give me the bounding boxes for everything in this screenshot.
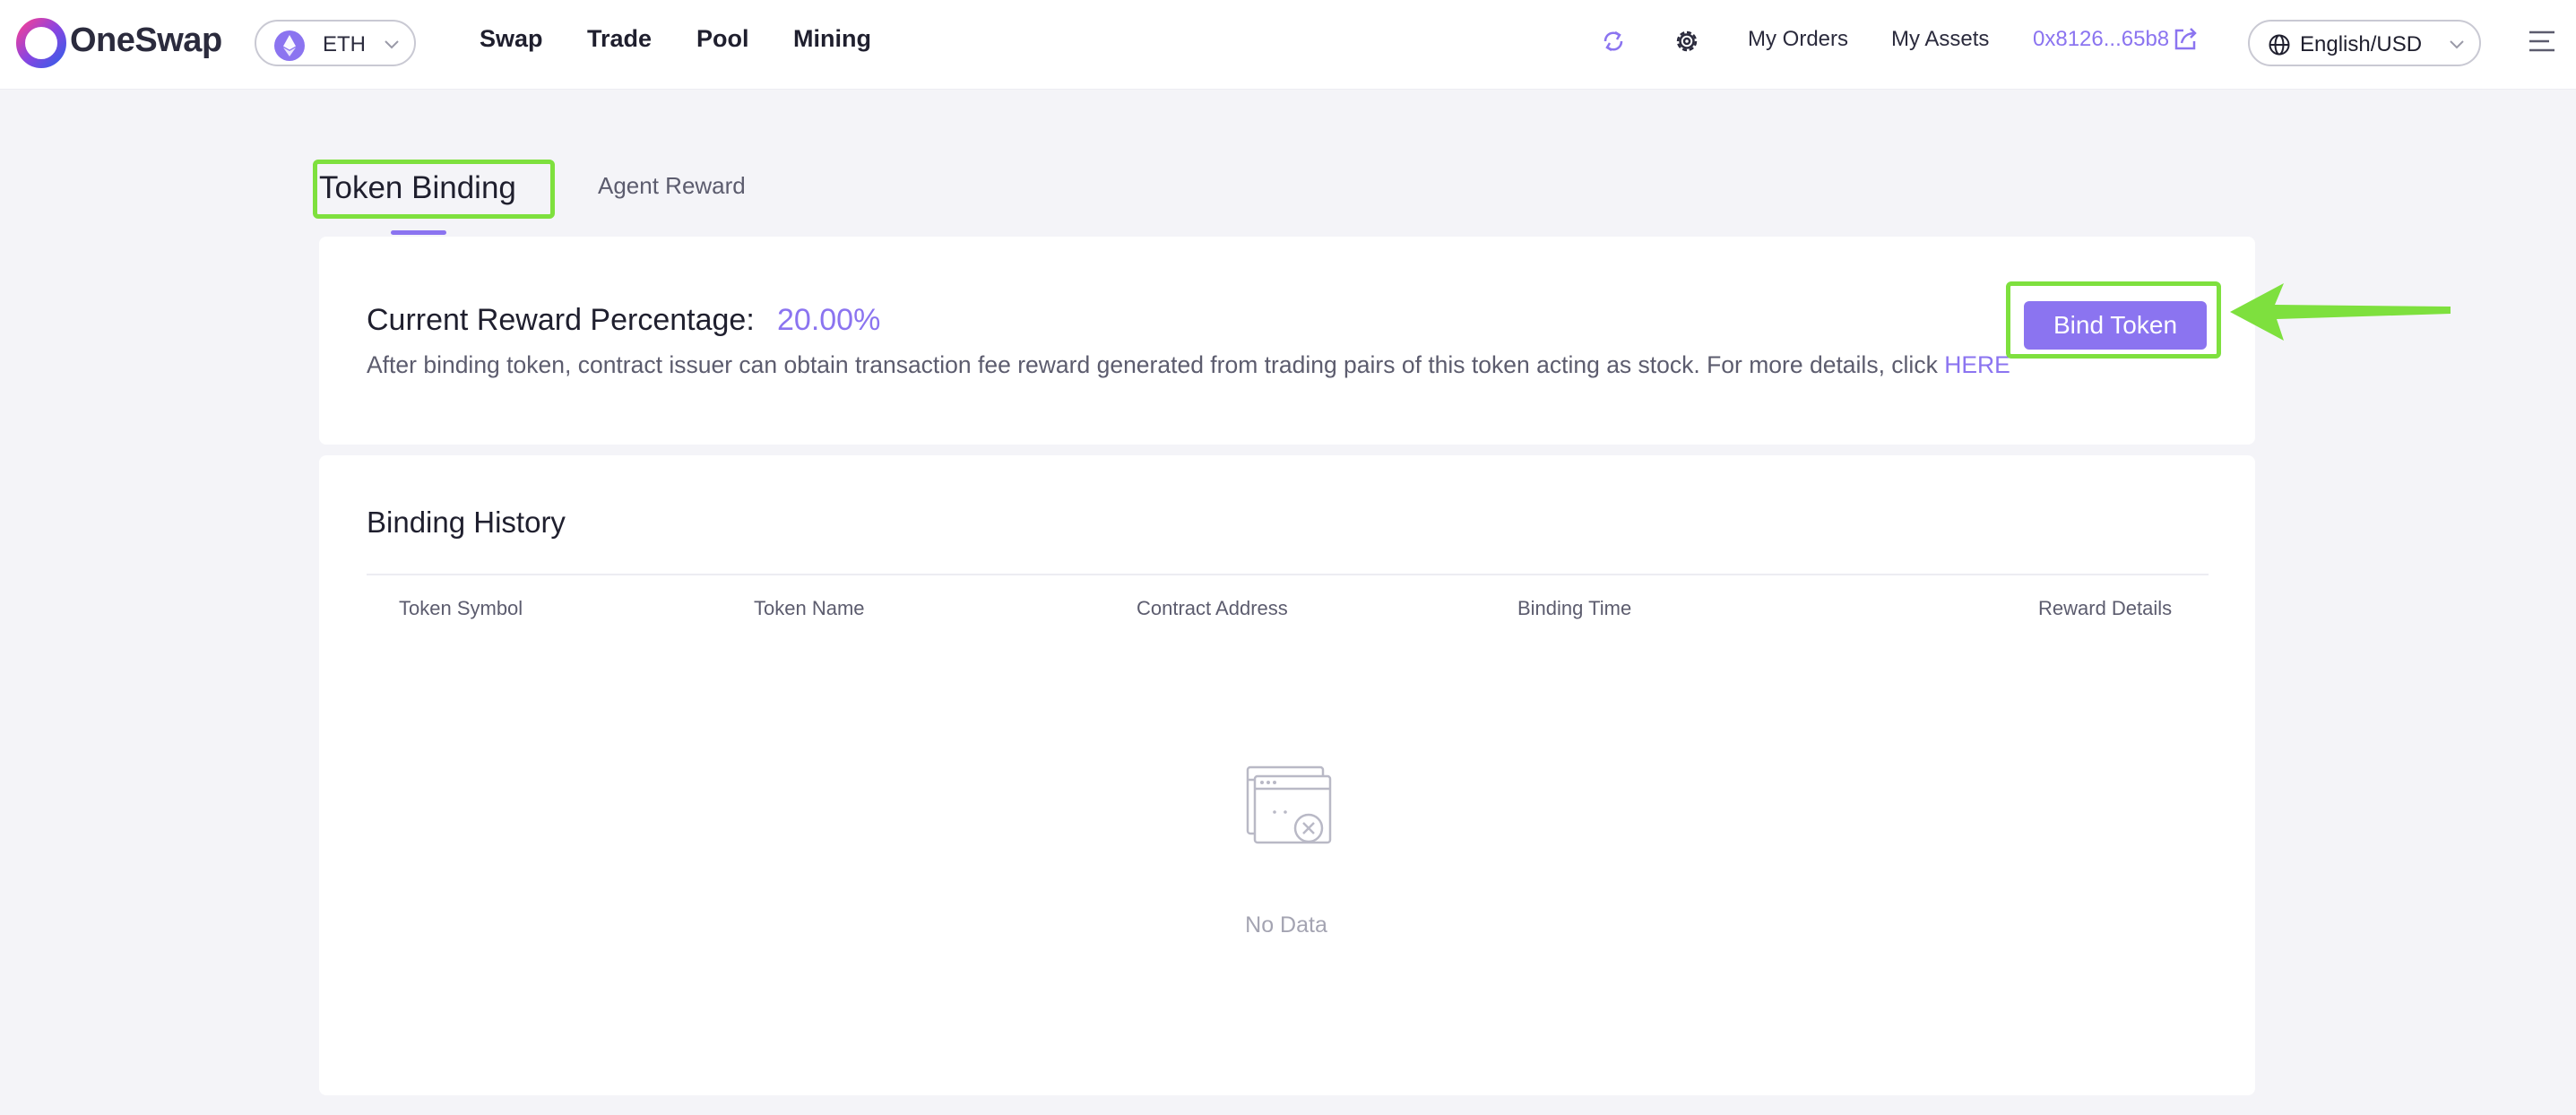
language-selector[interactable]: English/USD [2248,20,2481,66]
refresh-icon[interactable] [1597,25,1629,57]
reward-description: After binding token, contract issuer can… [367,351,2010,379]
oneswap-logo-icon[interactable] [14,16,68,70]
history-divider [367,574,2209,575]
reward-title: Current Reward Percentage: [367,303,755,337]
chain-label: ETH [323,32,366,56]
globe-icon [2269,34,2290,56]
no-data-text: No Data [1245,912,1327,938]
annotation-arrow-icon [2230,283,2451,341]
tab-agent-reward[interactable]: Agent Reward [598,172,746,200]
nav-trade[interactable]: Trade [587,25,652,53]
my-assets-link[interactable]: My Assets [1891,27,1989,52]
chevron-down-icon [385,40,399,49]
language-label: English/USD [2300,32,2423,56]
top-header: OneSwap ETH Swap Trade Pool Mining My Or… [0,0,2576,90]
no-data-icon [1246,765,1332,844]
hamburger-menu-icon[interactable] [2526,27,2558,56]
bind-token-button[interactable]: Bind Token [2024,301,2207,350]
reward-description-text: After binding token, contract issuer can… [367,351,1938,378]
column-header-contract-address: Contract Address [1137,597,1288,619]
my-orders-link[interactable]: My Orders [1748,27,1848,52]
column-header-reward-details: Reward Details [2038,597,2173,619]
chevron-down-icon [2450,40,2464,49]
nav-mining[interactable]: Mining [793,25,871,53]
chain-selector[interactable]: ETH [255,20,416,66]
reward-card [319,237,2255,445]
history-title: Binding History [367,506,566,539]
nav-pool[interactable]: Pool [696,25,749,53]
wallet-address[interactable]: 0x8126...65b8 [2033,27,2169,52]
gear-icon[interactable] [1671,25,1703,57]
reward-percentage: 20.00% [777,303,881,337]
column-header-token-symbol: Token Symbol [399,597,523,619]
nav-swap[interactable]: Swap [480,25,543,53]
active-tab-indicator [391,230,446,235]
ethereum-icon [274,30,305,61]
tab-token-binding[interactable]: Token Binding [319,170,516,206]
details-link[interactable]: HERE [1944,351,2010,378]
logo-text[interactable]: OneSwap [70,22,222,60]
column-header-binding-time: Binding Time [1517,597,1632,619]
external-link-icon[interactable] [2171,25,2200,54]
column-header-token-name: Token Name [754,597,865,619]
